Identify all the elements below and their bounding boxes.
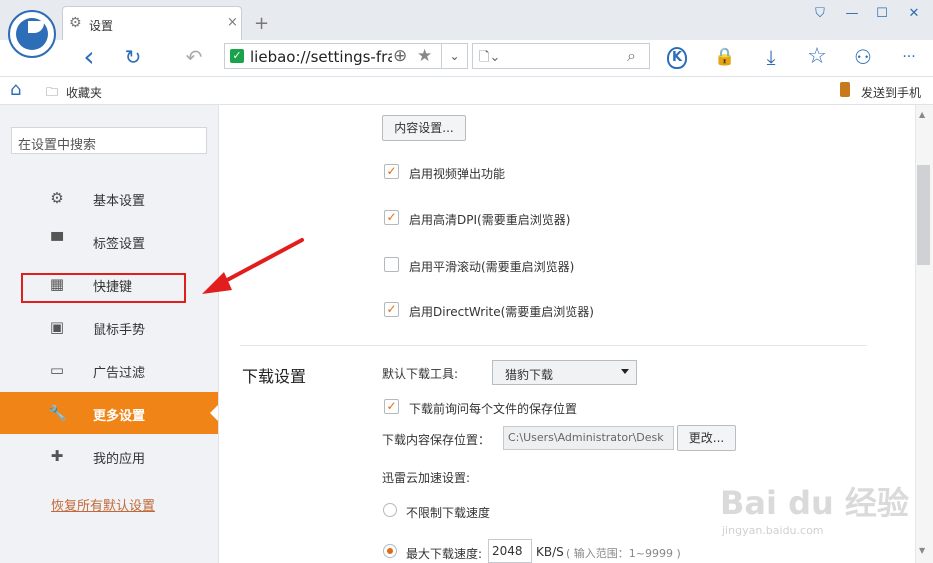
sidebar-item-label: 标签设置	[93, 237, 146, 252]
checkbox-label: 启用DirectWrite(需要重启浏览器)	[409, 305, 594, 319]
reload-icon[interactable]: ↻	[120, 44, 146, 70]
window-icon: ▭	[49, 361, 65, 379]
scroll-down-icon[interactable]: ▼	[919, 546, 925, 555]
annotation-highlight-box	[21, 273, 186, 303]
more-icon[interactable]: ···	[896, 44, 922, 70]
secure-check-icon: ✓	[230, 49, 244, 63]
download-tool-select[interactable]: 猎豹下载	[492, 360, 637, 385]
gear-icon: ⚙	[69, 15, 82, 31]
search-icon[interactable]: ⌕	[627, 46, 636, 66]
liebao-logo[interactable]	[8, 10, 56, 58]
annotation-arrow	[202, 238, 304, 294]
tab-close-icon[interactable]: ×	[227, 15, 238, 30]
caret-down-icon	[621, 369, 629, 374]
shield-icon[interactable]: K	[667, 47, 687, 69]
scroll-up-icon[interactable]: ▲	[919, 110, 925, 119]
favorite-icon[interactable]: ☆	[804, 44, 830, 70]
checkbox-label: 启用平滑滚动(需要重启浏览器)	[409, 260, 575, 274]
checkbox-label: 启用高清DPI(需要重启浏览器)	[409, 213, 571, 227]
save-path-label: 下载内容保存位置：	[382, 433, 491, 447]
change-path-button[interactable]: 更改...	[677, 425, 736, 451]
radio-unlimited[interactable]	[383, 503, 397, 517]
back-icon[interactable]: ‹	[76, 43, 102, 71]
download-icon[interactable]: ⤓	[758, 44, 784, 70]
xunlei-label: 迅雷云加速设置:	[382, 471, 471, 485]
wrench-icon: 🔧	[48, 404, 67, 422]
checkbox-smooth-scroll[interactable]	[384, 257, 399, 272]
lock-icon[interactable]: 🔒	[712, 44, 738, 70]
settings-search-input[interactable]: 在设置中搜索	[11, 127, 207, 154]
max-speed-input[interactable]: 2048	[488, 539, 532, 563]
sidebar-item-mouse-gestures[interactable]: ▣ 鼠标手势	[0, 306, 218, 348]
sidebar-item-more-settings[interactable]: 🔧 更多设置	[0, 392, 218, 434]
sidebar-item-ad-filter[interactable]: ▭ 广告过滤	[0, 349, 218, 391]
url-dropdown-icon[interactable]: ⌄	[442, 43, 468, 69]
search-box[interactable]: 🗋⌄ ⌕	[472, 43, 650, 69]
minimize-button[interactable]: —	[840, 6, 864, 26]
sidebar-item-my-apps[interactable]: ✚ 我的应用	[0, 435, 218, 477]
download-section-title: 下载设置	[242, 367, 307, 386]
select-value: 猎豹下载	[505, 368, 554, 382]
radio-max-speed[interactable]	[383, 544, 397, 558]
bookmark-bar	[0, 77, 933, 105]
address-bar[interactable]: ✓ liebao://settings-frame/ ⊕ ★	[224, 43, 442, 69]
radio-label: 不限制下载速度	[406, 506, 491, 520]
new-tab-button[interactable]: +	[254, 13, 269, 34]
tab-icon: ▀	[51, 232, 63, 250]
checkbox-label: 下载前询问每个文件的保存位置	[409, 402, 578, 416]
sidebar-item-tabs[interactable]: ▀ 标签设置	[0, 220, 218, 262]
mouse-icon: ▣	[49, 318, 65, 336]
section-divider	[240, 345, 867, 346]
tab-settings[interactable]: ⚙ 设置 ×	[62, 6, 242, 40]
checkbox-video-popup[interactable]: ✓	[384, 164, 399, 179]
skin-button[interactable]: ⛉	[808, 6, 832, 26]
sidebar-item-label: 基本设置	[93, 194, 146, 209]
sidebar-item-label: 鼠标手势	[93, 323, 146, 338]
checkbox-directwrite[interactable]: ✓	[384, 302, 399, 317]
puzzle-icon: ✚	[50, 447, 64, 465]
send-to-phone-link[interactable]: 发送到手机	[861, 84, 921, 101]
sidebar-item-label: 广告过滤	[93, 366, 146, 381]
radio-label: 最大下载速度:	[406, 547, 483, 561]
close-button[interactable]: ✕	[902, 6, 926, 26]
url-text[interactable]: liebao://settings-frame/	[250, 48, 392, 66]
checkbox-hidpi[interactable]: ✓	[384, 210, 399, 225]
page-icon[interactable]: 🗋⌄	[479, 48, 500, 70]
sidebar-item-basic[interactable]: ⚙ 基本设置	[0, 177, 218, 219]
sidebar-item-label: 我的应用	[93, 452, 146, 467]
speed-unit: KB/S	[536, 545, 564, 559]
save-path-input[interactable]: C:\Users\Administrator\Desk	[503, 426, 674, 450]
range-hint: ( 输入范围：1~9999 )	[566, 547, 681, 560]
checkbox-label: 启用视频弹出功能	[409, 167, 506, 181]
watermark-url: jingyan.baidu.com	[722, 524, 824, 537]
content-settings-button[interactable]: 内容设置...	[382, 115, 466, 141]
game-icon[interactable]: ⚇	[850, 44, 876, 70]
home-icon[interactable]: ⌂	[10, 79, 21, 100]
undo-icon[interactable]: ↶	[181, 44, 207, 70]
watermark: Bai du 经验	[720, 484, 909, 522]
default-tool-label: 默认下载工具:	[382, 367, 459, 381]
tab-title: 设置	[89, 19, 114, 33]
checkbox-ask-location[interactable]: ✓	[384, 399, 399, 414]
restore-defaults-link[interactable]: 恢复所有默认设置	[51, 495, 155, 514]
favorites-link[interactable]: 收藏夹	[66, 84, 102, 101]
active-indicator	[210, 405, 218, 421]
maximize-button[interactable]: ☐	[870, 6, 894, 26]
phone-icon[interactable]	[840, 82, 850, 97]
scrollbar-thumb[interactable]	[917, 165, 930, 265]
gear-icon: ⚙	[50, 189, 64, 207]
sidebar-item-label: 更多设置	[93, 409, 146, 424]
star-icon[interactable]: ★	[417, 46, 432, 66]
add-icon[interactable]: ⊕	[393, 46, 407, 66]
folder-icon: 🗀	[46, 85, 59, 99]
